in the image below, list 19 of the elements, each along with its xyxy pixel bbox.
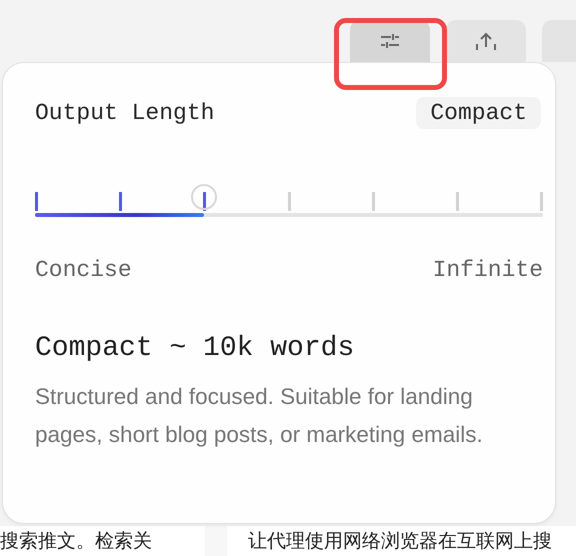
preset-detail: ~ 10k words <box>169 333 354 364</box>
toolbar-button[interactable] <box>446 20 526 62</box>
value-badge: Compact <box>416 97 541 129</box>
toolbar-button[interactable] <box>350 20 430 62</box>
slider-tick <box>456 192 459 211</box>
max-label: Infinite <box>432 257 543 283</box>
min-label: Concise <box>35 257 132 283</box>
slider-tick <box>540 192 543 211</box>
preset-name: Compact <box>35 333 153 364</box>
card-description: 搜索推文。检索关 <box>0 531 152 553</box>
slider-tick <box>288 192 290 211</box>
preset-description: Structured and focused. Suitable for landing pages, short blog posts, or marketing emails. <box>35 383 484 449</box>
popover-title: Output Length <box>35 100 214 126</box>
slider-tick <box>35 192 38 211</box>
slider-tick <box>119 192 122 211</box>
slider-tick <box>203 192 206 211</box>
slider-thumb[interactable] <box>191 184 218 210</box>
card-description: 让代理使用网络浏览器在互联网上搜 <box>248 531 552 553</box>
slider-tick <box>372 192 375 211</box>
